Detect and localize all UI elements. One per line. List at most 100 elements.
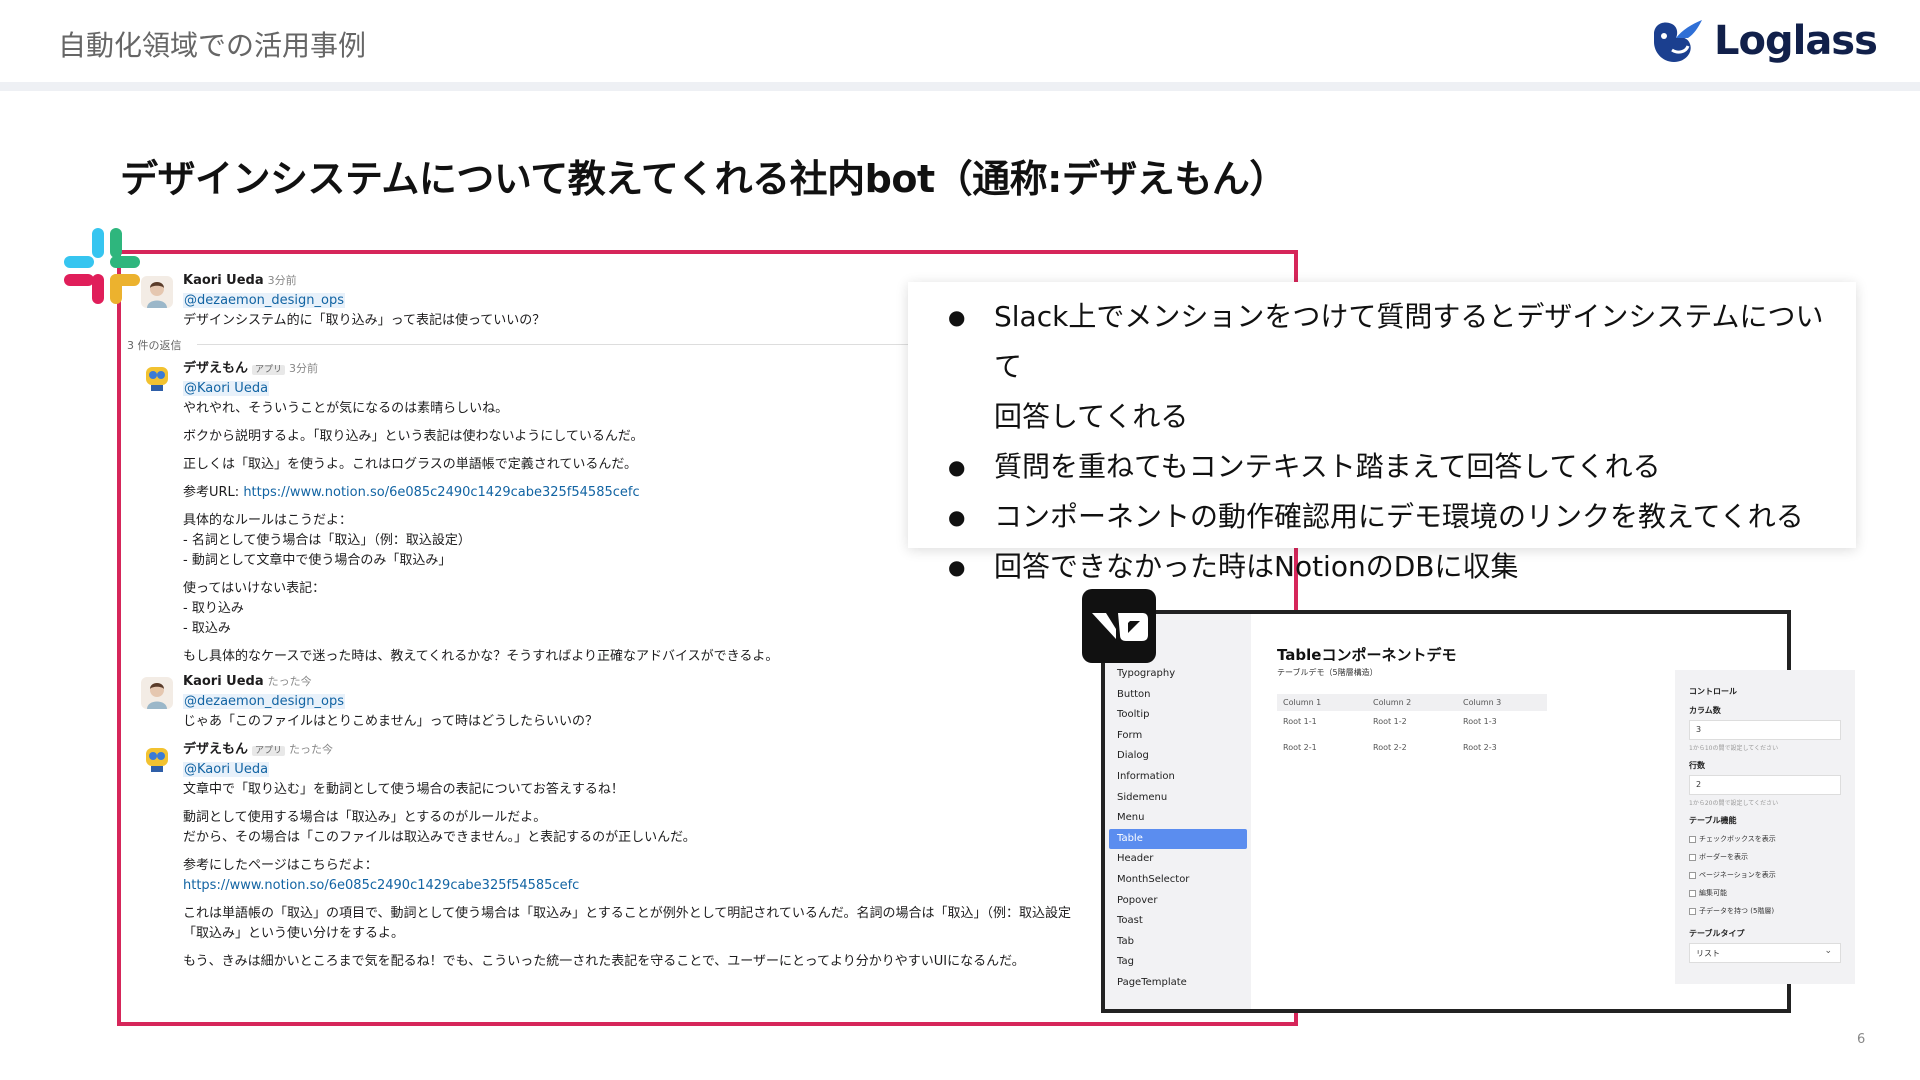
checkbox-label: ページネーションを表示 xyxy=(1699,871,1776,879)
demo-sidebar: Typography Button Tooltip Form Dialog In… xyxy=(1105,614,1251,1009)
sidebar-item-button[interactable]: Button xyxy=(1109,685,1247,706)
demo-subtitle: テーブルデモ（5階層構造） xyxy=(1277,668,1378,677)
demo-table: Column 1 Column 2 Column 3 Root 1-1 Root… xyxy=(1277,694,1547,763)
loglass-whale-icon xyxy=(1654,20,1702,62)
row-count-label: 行数 xyxy=(1689,761,1705,770)
table-cell: Root 2-3 xyxy=(1463,743,1497,752)
checkbox-show-pagination[interactable]: ページネーションを表示 xyxy=(1689,866,1841,884)
checkbox-label: ボーダーを表示 xyxy=(1699,853,1748,861)
column-count-hint: 1から10の間で設定してください xyxy=(1689,745,1779,752)
checkbox-editable[interactable]: 編集可能 xyxy=(1689,884,1841,902)
checkbox-label: 編集可能 xyxy=(1699,889,1727,897)
column-count-label: カラム数 xyxy=(1689,706,1721,715)
message-author[interactable]: Kaori Ueda xyxy=(183,674,264,689)
message-author[interactable]: デザえもん xyxy=(183,361,248,376)
demo-title: Tableコンポーネントデモ xyxy=(1277,646,1457,664)
message-time[interactable]: たった今 xyxy=(289,743,333,756)
table-row[interactable]: Root 1-1 Root 1-2 Root 1-3 xyxy=(1277,711,1547,737)
table-cell: Root 1-2 xyxy=(1373,717,1407,726)
checkbox-label: 子データを持つ (5階層) xyxy=(1699,907,1775,915)
row-count-input[interactable]: 2 xyxy=(1689,775,1841,795)
avatar xyxy=(141,276,173,308)
control-panel: コントロール カラム数 3 1から10の間で設定してください 行数 2 1から2… xyxy=(1675,670,1855,984)
bullet-item: 質問を重ねてもコンテキスト踏まえて回答してくれる xyxy=(938,442,1826,492)
section-title: 自動化領域での活用事例 xyxy=(58,29,367,62)
message-text: じゃあ「このファイルはとりこめません」って時はどうしたらいいの？ xyxy=(183,714,598,729)
sidebar-item-tooltip[interactable]: Tooltip xyxy=(1109,705,1247,726)
bullet-item: コンポーネントの動作確認用にデモ環境のリンクを教えてくれる xyxy=(938,492,1826,542)
table-type-select[interactable]: リスト ⌄ xyxy=(1689,943,1841,963)
message-text: 「取込み」という使い分けをするよ。 xyxy=(183,926,405,941)
table-row[interactable]: Root 2-1 Root 2-2 Root 2-3 xyxy=(1277,737,1547,763)
logo-text: Loglass xyxy=(1714,18,1878,64)
sidebar-item-dialog[interactable]: Dialog xyxy=(1109,746,1247,767)
message-text: - 取り込み xyxy=(183,601,244,616)
sidebar-item-toast[interactable]: Toast xyxy=(1109,911,1247,932)
loglass-logo: Loglass xyxy=(1648,14,1878,68)
app-badge: アプリ xyxy=(252,746,286,756)
table-cell: Root 1-1 xyxy=(1283,717,1317,726)
sidebar-item-header[interactable]: Header xyxy=(1109,849,1247,870)
slack-message: デザえもん アプリ たった今 @Kaori Ueda 文章中で「取り込む」を動詞とし… xyxy=(141,738,1221,972)
message-author[interactable]: デザえもん xyxy=(183,742,248,757)
checkbox-label: チェックボックスを表示 xyxy=(1699,835,1776,843)
sidebar-item-popover[interactable]: Popover xyxy=(1109,891,1247,912)
column-count-input[interactable]: 3 xyxy=(1689,720,1841,740)
message-time[interactable]: たった今 xyxy=(268,675,312,688)
mention[interactable]: @Kaori Ueda xyxy=(183,762,270,777)
table-header-row: Column 1 Column 2 Column 3 xyxy=(1277,694,1547,711)
header-divider xyxy=(0,82,1920,91)
message-text: 参考URL: xyxy=(183,485,244,500)
sidebar-item-table[interactable]: Table xyxy=(1109,828,1247,850)
features-label: テーブル機能 xyxy=(1689,816,1737,825)
notion-link[interactable]: https://www.notion.so/6e085c2490c1429cab… xyxy=(243,485,639,500)
sidebar-item-sidemenu[interactable]: Sidemenu xyxy=(1109,788,1247,809)
checkbox-show-checkbox[interactable]: チェックボックスを表示 xyxy=(1689,830,1841,848)
panel-title: コントロール xyxy=(1689,687,1737,696)
sidebar-item-typography[interactable]: Typography xyxy=(1109,664,1247,685)
mention[interactable]: @dezaemon_design_ops xyxy=(183,694,345,709)
bullet-item: 回答できなかった時はNotionのDBに収集 xyxy=(938,542,1826,592)
mention[interactable]: @dezaemon_design_ops xyxy=(183,293,345,308)
column-header: Column 2 xyxy=(1367,694,1457,711)
row-count-hint: 1から20の間で設定してください xyxy=(1689,800,1779,807)
message-text: 文章中で「取り込む」を動詞として使う場合の表記についてお答えするね！ xyxy=(183,782,624,797)
message-author[interactable]: Kaori Ueda xyxy=(183,273,264,288)
checkbox-child-data[interactable]: 子データを持つ (5階層) xyxy=(1689,902,1841,920)
user-avatar-icon xyxy=(147,683,167,709)
mention[interactable]: @Kaori Ueda xyxy=(183,381,270,396)
feature-list-card: Slack上でメンションをつけて質問するとデザインシステムについて 回答してくれ… xyxy=(908,282,1856,592)
checkbox-show-border[interactable]: ボーダーを表示 xyxy=(1689,848,1841,866)
message-time[interactable]: 3分前 xyxy=(289,362,318,375)
sidebar-item-tab[interactable]: Tab xyxy=(1109,932,1247,953)
v0-logo-icon xyxy=(1092,613,1148,641)
sidebar-item-monthselector[interactable]: MonthSelector xyxy=(1109,870,1247,891)
table-type-label: テーブルタイプ xyxy=(1689,929,1745,938)
message-text: もう、きみは細かいところまで気を配るね！でも、こういった統一された表記を守ること… xyxy=(183,954,1025,969)
notion-link[interactable]: https://www.notion.so/6e085c2490c1429cab… xyxy=(183,878,579,893)
sidebar-item-information[interactable]: Information xyxy=(1109,767,1247,788)
sidebar-item-tag[interactable]: Tag xyxy=(1109,952,1247,973)
bot-avatar-icon xyxy=(146,367,168,391)
slide-title: デザインシステムについて教えてくれる社内bot（通称:デザえもん） xyxy=(120,157,1287,201)
chevron-down-icon: ⌄ xyxy=(1824,946,1832,956)
bot-avatar-icon xyxy=(146,748,168,772)
user-avatar-icon xyxy=(147,282,167,308)
message-text: もし具体的なケースで迷った時は、教えてくれるかな？そうすればより正確なアドバイス… xyxy=(183,649,779,664)
demo-main: Tableコンポーネントデモ テーブルデモ（5階層構造） Column 1 Co… xyxy=(1251,614,1855,1009)
table-cell: Root 2-1 xyxy=(1283,743,1317,752)
bullet-continuation: 回答してくれる xyxy=(994,400,1189,433)
sidebar-item-pagetemplate[interactable]: PageTemplate xyxy=(1109,973,1247,994)
sidebar-item-form[interactable]: Form xyxy=(1109,726,1247,747)
message-text: これは単語帳の「取込」の項目で、動詞として使う場合は「取込み」とすることが例外と… xyxy=(183,906,1072,921)
slack-message: Kaori Ueda たった今 @dezaemon_design_ops じゃあ「… xyxy=(141,673,1221,732)
app-badge: アプリ xyxy=(252,365,286,375)
page-number: 6 xyxy=(1857,1032,1866,1047)
avatar xyxy=(141,677,173,709)
message-time[interactable]: 3分前 xyxy=(268,274,297,287)
avatar xyxy=(141,361,173,393)
slack-logo-icon xyxy=(64,228,140,304)
avatar xyxy=(141,742,173,774)
column-header: Column 3 xyxy=(1457,694,1547,711)
sidebar-item-menu[interactable]: Menu xyxy=(1109,808,1247,829)
